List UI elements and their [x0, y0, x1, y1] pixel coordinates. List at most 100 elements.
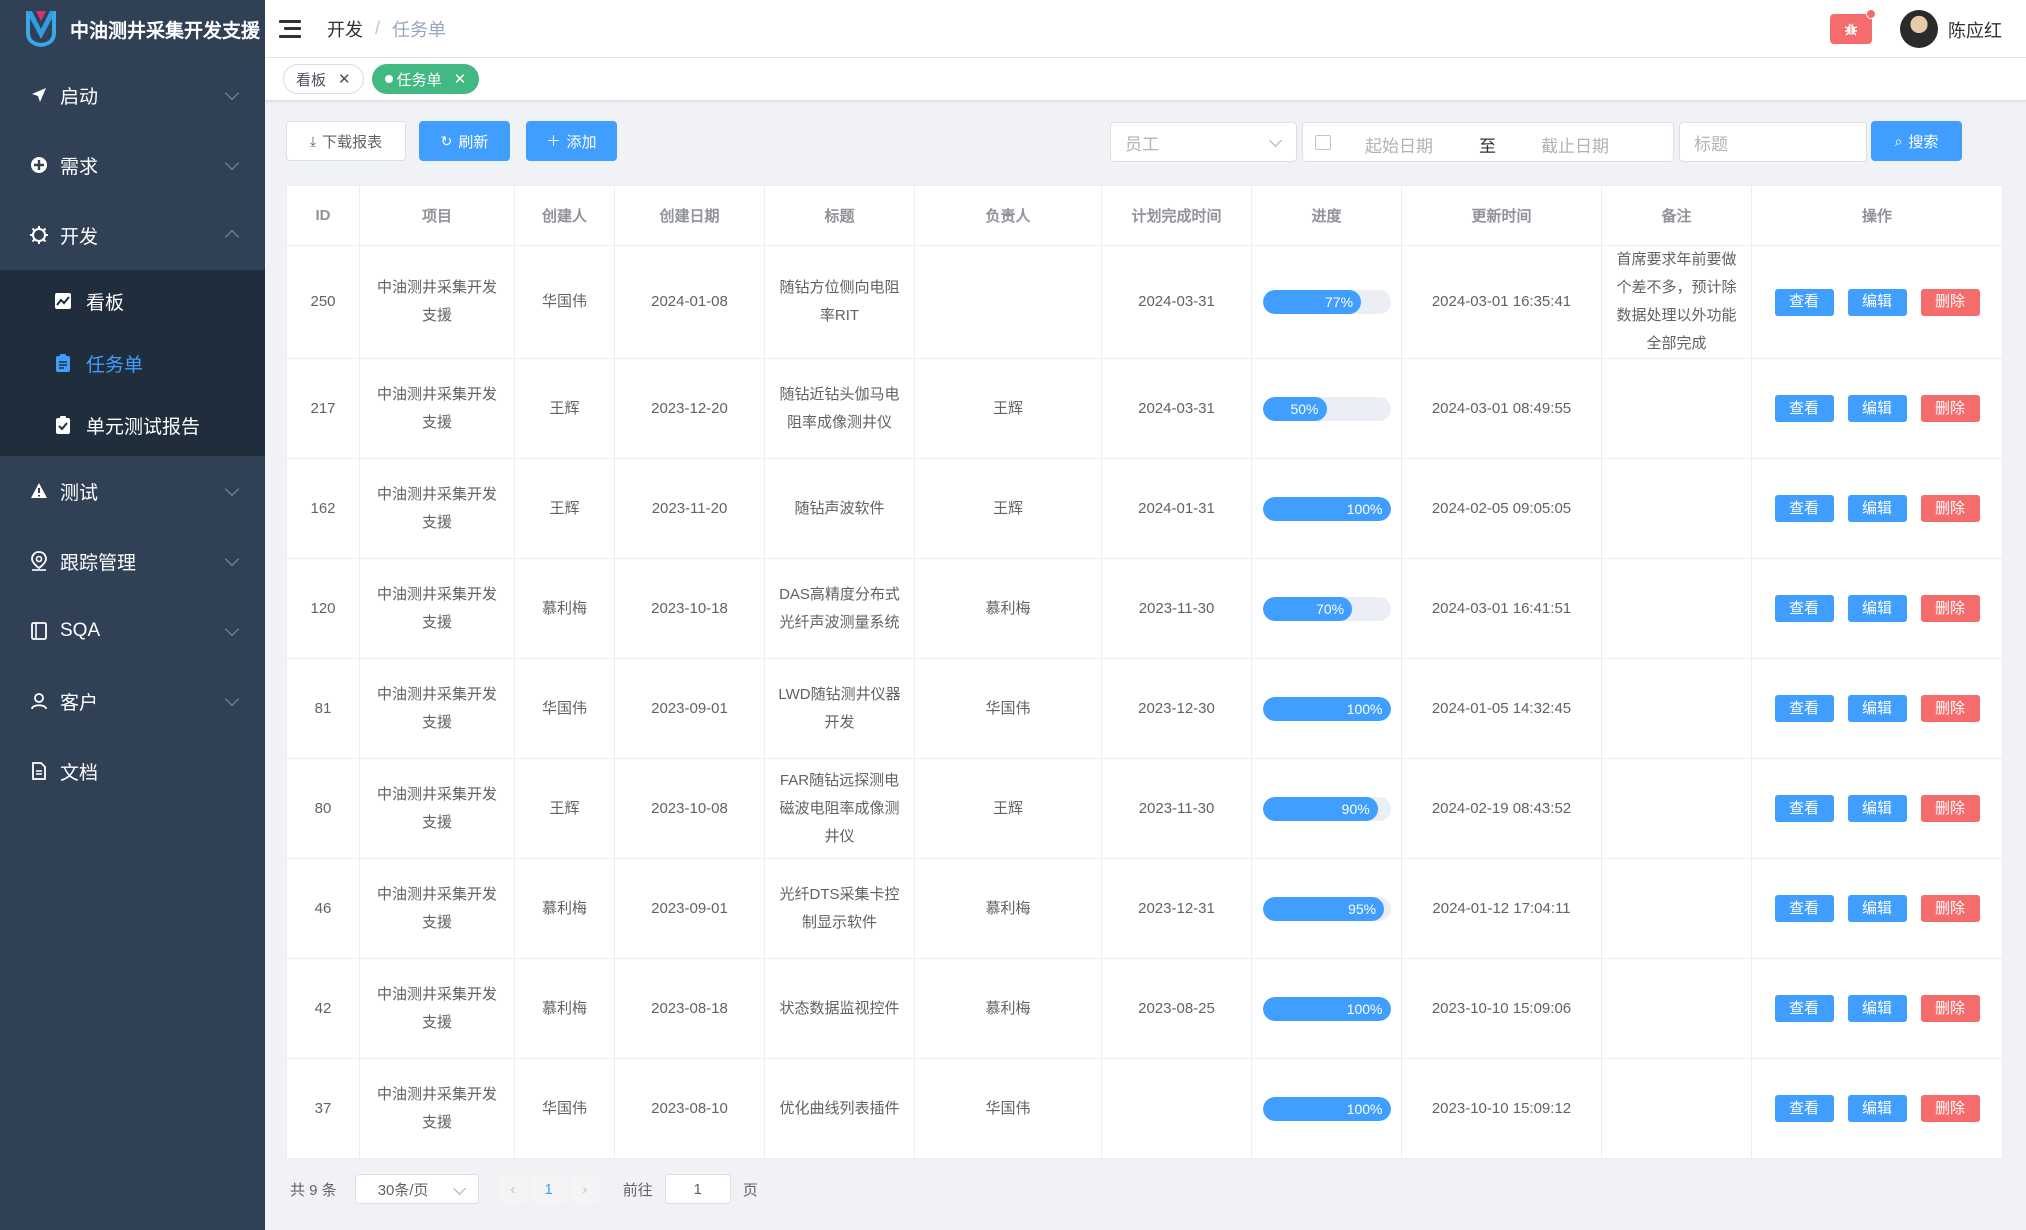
edit-button[interactable]: 编辑	[1847, 395, 1907, 422]
progress-bar: 95%	[1262, 896, 1391, 921]
next-page-button[interactable]: ›	[570, 1174, 599, 1204]
button-label: 搜索	[1908, 133, 1939, 151]
tag-label: 任务单	[396, 71, 442, 89]
employee-select[interactable]: 员工	[1110, 122, 1297, 162]
logo[interactable]: 中油测井采集开发支援	[0, 0, 265, 58]
sidebar-item-unit-test-report[interactable]: 单元测试报告	[0, 394, 265, 456]
cell-note	[1601, 658, 1752, 759]
sidebar-item-customer[interactable]: 客户	[0, 666, 265, 736]
edit-button[interactable]: 编辑	[1847, 595, 1907, 622]
progress-bar-fill: 100%	[1262, 696, 1391, 721]
user-name[interactable]: 陈应红	[1948, 17, 2002, 43]
delete-button[interactable]: 删除	[1920, 395, 1980, 422]
tag-task-list[interactable]: 任务单 ✕	[371, 64, 480, 94]
cell-title: 光纤DTS采集卡控制显示软件	[764, 858, 915, 959]
cell-created: 2023-12-20	[614, 358, 765, 459]
delete-button[interactable]: 删除	[1920, 495, 1980, 522]
progress-bar-fill: 95%	[1262, 896, 1385, 921]
progress-bar: 100%	[1262, 696, 1391, 721]
sidebar-item-requirements[interactable]: 需求	[0, 130, 265, 200]
prev-page-button[interactable]: ‹	[498, 1174, 527, 1204]
cell-plan: 2023-11-30	[1101, 558, 1252, 659]
goto-page-input[interactable]: 1	[664, 1174, 731, 1204]
title-input[interactable]: 标题	[1679, 122, 1867, 162]
page-size-select[interactable]: 30条/页	[354, 1174, 479, 1204]
close-icon[interactable]: ✕	[454, 70, 467, 88]
edit-button[interactable]: 编辑	[1847, 995, 1907, 1022]
send-icon	[28, 84, 50, 106]
edit-button[interactable]: 编辑	[1847, 495, 1907, 522]
delete-button[interactable]: 删除	[1920, 695, 1980, 722]
column-header: 进度	[1251, 185, 1402, 246]
cell-id: 81	[286, 658, 360, 759]
sidebar-item-development[interactable]: 开发	[0, 200, 265, 270]
chevron-down-icon	[224, 85, 240, 101]
download-report-button[interactable]: ⤓ 下载报表	[286, 121, 406, 161]
cell-plan: 2023-12-31	[1101, 858, 1252, 959]
view-button[interactable]: 查看	[1774, 695, 1834, 722]
breadcrumb-item-development[interactable]: 开发	[327, 16, 363, 42]
cell-actions: 查看 编辑 删除	[1751, 658, 2003, 759]
cell-created: 2023-08-10	[614, 1058, 765, 1159]
cell-title: 随钻方位侧向电阻率RIT	[764, 245, 915, 359]
view-button[interactable]: 查看	[1774, 895, 1834, 922]
cell-creator: 慕利梅	[514, 858, 615, 959]
edit-button[interactable]: 编辑	[1847, 695, 1907, 722]
cell-note	[1601, 558, 1752, 659]
bug-report-button[interactable]	[1830, 9, 1876, 44]
button-label: 添加	[566, 133, 597, 151]
delete-button[interactable]: 删除	[1920, 595, 1980, 622]
sidebar-item-documents[interactable]: 文档	[0, 736, 265, 806]
view-button[interactable]: 查看	[1774, 795, 1834, 822]
task-table: ID 项目 创建人 创建日期 标题 负责人 计划完成时间 进度 更新时间 备注 操作 250 中油测井…	[286, 185, 2003, 1159]
edit-button[interactable]: 编辑	[1847, 288, 1907, 316]
download-icon: ⤓	[309, 132, 317, 149]
sidebar-item-kanban[interactable]: 看板	[0, 270, 265, 332]
column-header: 负责人	[914, 185, 1102, 246]
cell-note	[1601, 1058, 1752, 1159]
checklist-icon	[54, 416, 72, 434]
add-button[interactable]: ＋ 添加	[526, 121, 617, 161]
view-button[interactable]: 查看	[1774, 995, 1834, 1022]
hamburger-menu-icon[interactable]	[279, 19, 301, 38]
cell-title: LWD随钻测井仪器开发	[764, 658, 915, 759]
view-button[interactable]: 查看	[1774, 288, 1834, 316]
view-button[interactable]: 查看	[1774, 495, 1834, 522]
end-date-input[interactable]: 截止日期	[1541, 132, 1609, 157]
column-header: 备注	[1601, 185, 1752, 246]
search-button[interactable]: ⌕ 搜索	[1871, 121, 1962, 161]
close-icon[interactable]: ✕	[338, 70, 351, 88]
view-button[interactable]: 查看	[1774, 1095, 1834, 1122]
edit-button[interactable]: 编辑	[1847, 795, 1907, 822]
page-number[interactable]: 1	[530, 1174, 567, 1204]
sidebar-item-testing[interactable]: 测试	[0, 456, 265, 526]
avatar[interactable]	[1900, 10, 1938, 48]
goto-page-value: 1	[693, 1180, 702, 1198]
view-button[interactable]: 查看	[1774, 395, 1834, 422]
cell-id: 37	[286, 1058, 360, 1159]
start-date-input[interactable]: 起始日期	[1365, 132, 1433, 157]
sidebar-item-task-list[interactable]: 任务单	[0, 332, 265, 394]
cell-owner: 慕利梅	[914, 558, 1102, 659]
chevron-down-icon	[224, 691, 240, 707]
tag-label: 看板	[296, 71, 327, 89]
refresh-button[interactable]: ↻ 刷新	[419, 121, 510, 161]
cell-id: 217	[286, 358, 360, 459]
date-range-picker[interactable]: 起始日期 至 截止日期	[1302, 122, 1674, 162]
tag-kanban[interactable]: 看板 ✕	[283, 64, 364, 94]
cell-updated: 2024-01-12 17:04:11	[1401, 858, 1602, 959]
view-button[interactable]: 查看	[1774, 595, 1834, 622]
cell-creator: 华国伟	[514, 245, 615, 359]
cell-creator: 王辉	[514, 458, 615, 559]
delete-button[interactable]: 删除	[1920, 895, 1980, 922]
delete-button[interactable]: 删除	[1920, 1095, 1980, 1122]
sidebar-item-sqa[interactable]: SQA	[0, 596, 265, 666]
progress-bar: 100%	[1262, 996, 1391, 1021]
edit-button[interactable]: 编辑	[1847, 895, 1907, 922]
delete-button[interactable]: 删除	[1920, 288, 1980, 316]
edit-button[interactable]: 编辑	[1847, 1095, 1907, 1122]
sidebar-item-tracking[interactable]: 跟踪管理	[0, 526, 265, 596]
delete-button[interactable]: 删除	[1920, 795, 1980, 822]
sidebar-item-start[interactable]: 启动	[0, 60, 265, 130]
delete-button[interactable]: 删除	[1920, 995, 1980, 1022]
